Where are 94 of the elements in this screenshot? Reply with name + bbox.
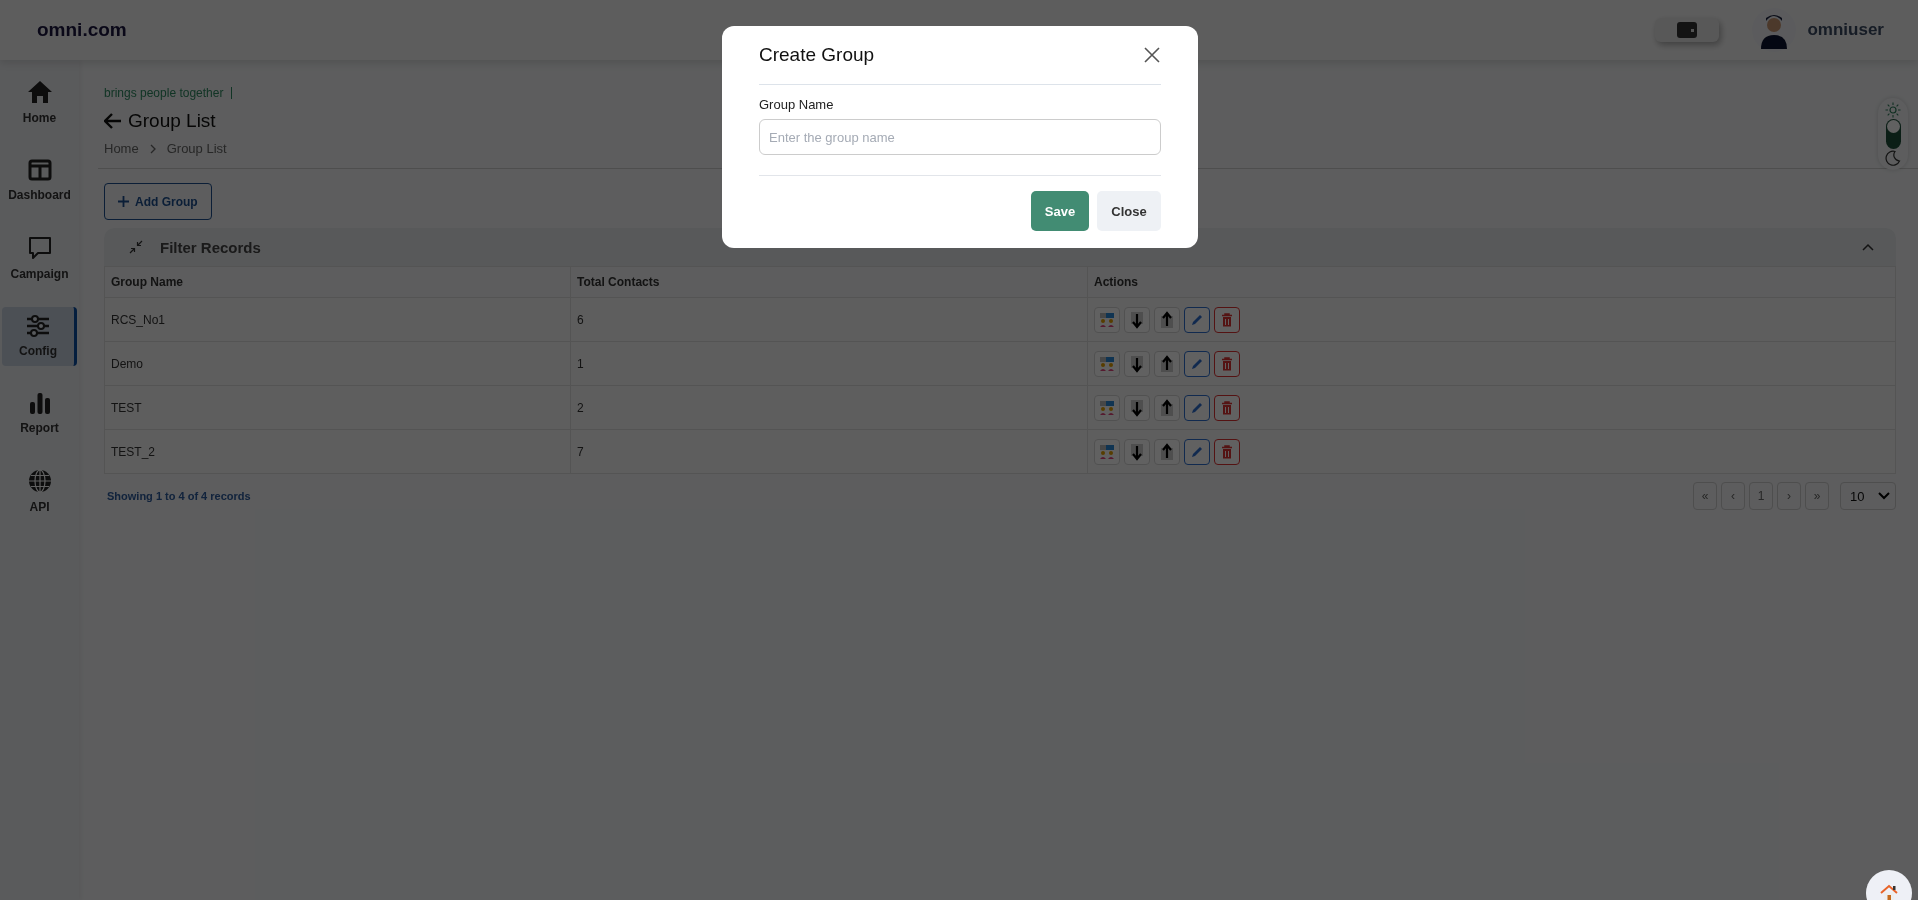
column-header: Actions (1094, 275, 1138, 289)
theme-switch[interactable] (1885, 119, 1901, 149)
chevron-down-icon (1878, 492, 1890, 500)
arrow-up-icon (1160, 310, 1174, 329)
sliders-icon (26, 315, 50, 337)
tagline: brings people together (104, 86, 224, 100)
pagination-button[interactable]: › (1777, 482, 1801, 510)
user-name[interactable]: omniuser (1807, 20, 1884, 40)
arrow-up-icon (1160, 354, 1174, 373)
delete-button[interactable] (1214, 438, 1240, 465)
table-cell: 1 (577, 356, 584, 371)
members-button[interactable] (1094, 438, 1120, 465)
page-title: Group List (128, 110, 216, 132)
wallet-icon (1676, 21, 1699, 39)
pencil-icon (1190, 400, 1204, 415)
edit-button[interactable] (1184, 394, 1210, 421)
edit-button[interactable] (1184, 306, 1210, 333)
arrow-down-icon (1130, 310, 1144, 329)
upload-button[interactable] (1154, 394, 1180, 421)
house-icon (1879, 883, 1899, 900)
home-icon (26, 80, 53, 104)
brand-logo-text: omni.com (37, 19, 127, 41)
edit-button[interactable] (1184, 350, 1210, 377)
download-button[interactable] (1124, 394, 1150, 421)
pencil-icon (1190, 356, 1204, 371)
people-icon (1099, 311, 1115, 328)
delete-button[interactable] (1214, 394, 1240, 421)
sidebar-item[interactable]: Dashboard (2, 151, 77, 210)
sun-icon (1885, 102, 1901, 118)
arrow-down-icon (1130, 398, 1144, 417)
download-button[interactable] (1124, 306, 1150, 333)
filter-title: Filter Records (160, 238, 261, 256)
pagination-button[interactable]: » (1805, 482, 1829, 510)
delete-button[interactable] (1214, 306, 1240, 333)
members-button[interactable] (1094, 394, 1120, 421)
collapse-arrows-icon[interactable] (129, 240, 143, 254)
chevron-up-icon[interactable] (1862, 243, 1874, 251)
people-icon (1099, 443, 1115, 460)
arrow-up-icon (1160, 398, 1174, 417)
people-icon (1099, 355, 1115, 372)
close-button[interactable]: Close (1097, 191, 1161, 231)
add-group-button[interactable]: Add Group (104, 183, 212, 220)
download-button[interactable] (1124, 350, 1150, 377)
members-button[interactable] (1094, 306, 1120, 333)
sidebar-item[interactable]: Config (2, 307, 77, 366)
field-label: Group Name (759, 97, 835, 112)
download-button[interactable] (1124, 438, 1150, 465)
arrow-up-icon (1160, 442, 1174, 461)
members-button[interactable] (1094, 350, 1120, 377)
table-cell: 2 (577, 400, 584, 415)
chevron-right-icon (148, 143, 157, 154)
table-cell: TEST_2 (111, 444, 155, 459)
table-cell: Demo (111, 356, 143, 371)
close-icon[interactable] (1143, 46, 1161, 64)
table-cell: 6 (577, 312, 584, 327)
sidebar-item[interactable]: Report (2, 384, 77, 443)
bar-chart-icon (28, 392, 51, 414)
table-cell: TEST (111, 400, 142, 415)
sidebar-item[interactable]: Campaign (2, 228, 77, 289)
sidebar-item[interactable]: API (2, 461, 77, 522)
page-size-select[interactable]: 10 (1840, 482, 1896, 510)
pagination-button[interactable]: ‹ (1721, 482, 1745, 510)
plus-icon (118, 196, 129, 207)
upload-button[interactable] (1154, 438, 1180, 465)
pencil-icon (1190, 444, 1204, 459)
trash-icon (1221, 444, 1233, 459)
trash-icon (1221, 312, 1233, 327)
moon-icon (1885, 150, 1901, 166)
pencil-icon (1190, 312, 1204, 327)
globe-icon (27, 469, 52, 493)
column-header: Group Name (111, 275, 183, 289)
upload-button[interactable] (1154, 306, 1180, 333)
dashboard-icon (27, 159, 52, 181)
wallet-button[interactable] (1655, 18, 1720, 42)
table-cell: 7 (577, 444, 584, 459)
delete-button[interactable] (1214, 350, 1240, 377)
upload-button[interactable] (1154, 350, 1180, 377)
sidebar-item[interactable]: Home (2, 72, 77, 133)
back-arrow-icon[interactable] (104, 113, 122, 129)
trash-icon (1221, 400, 1233, 415)
table-cell: RCS_No1 (111, 312, 166, 327)
people-icon (1099, 399, 1115, 416)
edit-button[interactable] (1184, 438, 1210, 465)
save-button[interactable]: Save (1031, 191, 1089, 231)
chat-bubble-icon (27, 236, 52, 260)
dialog-title: Create Group (759, 44, 875, 66)
trash-icon (1221, 356, 1233, 371)
group-name-field[interactable]: Enter the group name (759, 119, 1161, 155)
theme-toggle[interactable] (1878, 98, 1908, 170)
column-header: Total Contacts (577, 275, 660, 289)
pagination-button[interactable]: « (1693, 482, 1717, 510)
arrow-down-icon (1130, 354, 1144, 373)
arrow-down-icon (1130, 442, 1144, 461)
records-count: Showing 1 to 4 of 4 records (106, 490, 251, 502)
